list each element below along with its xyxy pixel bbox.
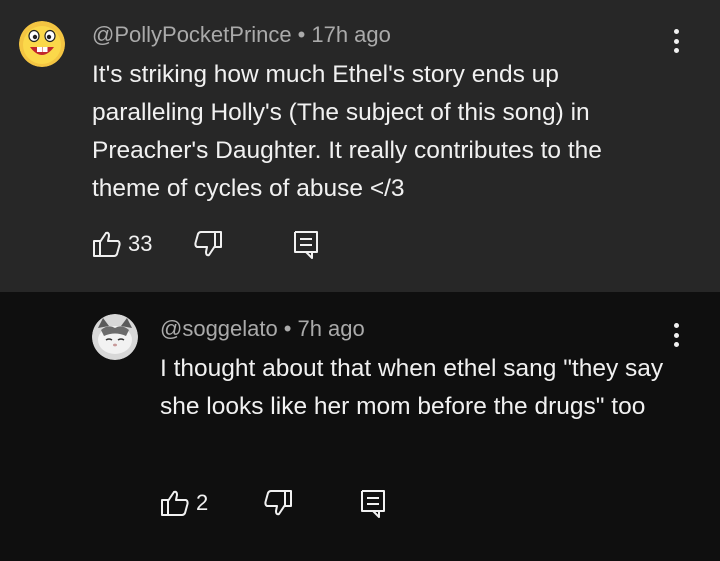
like-count: 33 <box>128 231 153 256</box>
reply-comment-icon <box>359 488 387 520</box>
thumbs-up-icon <box>160 488 190 518</box>
comment-author[interactable]: @PollyPocketPrince <box>92 22 292 47</box>
comment-author[interactable]: @soggelato <box>160 316 278 341</box>
comment-time[interactable]: 17h ago <box>311 22 391 47</box>
like-count: 2 <box>196 490 209 515</box>
thumbs-down-icon <box>263 488 293 518</box>
like-button[interactable]: 2 <box>160 488 208 518</box>
reply-button[interactable] <box>359 488 387 520</box>
dislike-button[interactable] <box>263 488 293 518</box>
comment-time[interactable]: 7h ago <box>297 316 364 341</box>
avatar[interactable] <box>19 21 65 67</box>
more-actions-icon[interactable] <box>666 323 686 347</box>
thumbs-up-icon <box>92 229 122 259</box>
avatar[interactable] <box>92 314 138 360</box>
dislike-button[interactable] <box>193 229 223 259</box>
more-actions-icon[interactable] <box>666 29 686 53</box>
comment-meta: @PollyPocketPrince • 17h ago <box>92 22 391 48</box>
smiley-face-avatar-icon <box>19 21 65 67</box>
comment-item: @PollyPocketPrince • 17h ago It's striking… <box>0 0 720 292</box>
comment-meta: @soggelato • 7h ago <box>160 316 365 342</box>
reply-comment-icon <box>292 229 320 261</box>
reply-button[interactable] <box>292 229 320 261</box>
cat-avatar-icon <box>92 314 138 360</box>
comment-text: It's striking how much Ethel's story end… <box>92 61 602 202</box>
thumbs-down-icon <box>193 229 223 259</box>
meta-separator: • <box>283 316 292 341</box>
like-button[interactable]: 33 <box>92 229 152 259</box>
meta-separator: • <box>297 22 306 47</box>
comment-text: I thought about that when ethel sang "th… <box>160 355 664 420</box>
